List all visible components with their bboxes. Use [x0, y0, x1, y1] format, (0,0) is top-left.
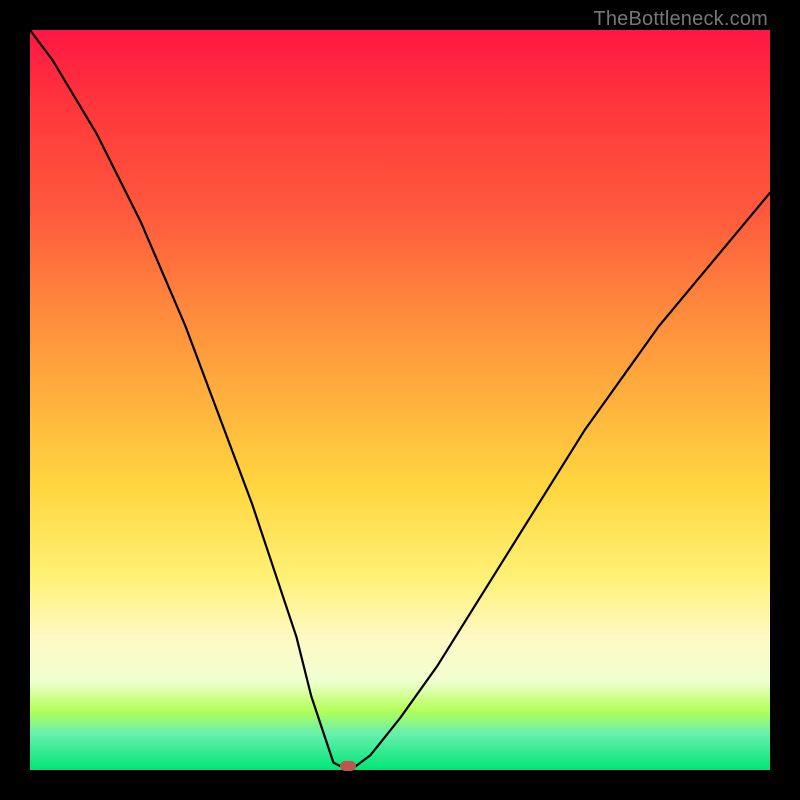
plot-area — [30, 30, 770, 770]
watermark-text: TheBottleneck.com — [593, 8, 768, 31]
bottleneck-curve — [30, 30, 770, 770]
optimal-point-marker — [340, 761, 356, 771]
